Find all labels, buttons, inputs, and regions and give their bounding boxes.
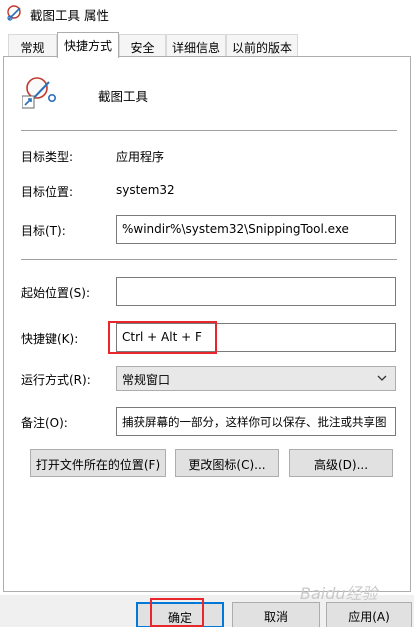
window-title: 截图工具 属性 <box>30 8 109 23</box>
run-select-value: 常规窗口 <box>122 373 171 387</box>
target-location-value: system32 <box>116 183 175 197</box>
watermark: Baidu经验 <box>300 584 378 603</box>
apply-button[interactable]: 应用(A) <box>326 602 412 627</box>
divider <box>21 130 397 131</box>
cancel-button[interactable]: 取消 <box>232 602 320 627</box>
change-icon-button[interactable]: 更改图标(C)... <box>175 449 279 477</box>
comment-input[interactable]: 捕获屏幕的一部分，这样你可以保存、批注或共享图 <box>116 407 396 436</box>
tab-shortcut[interactable]: 快捷方式 <box>57 32 119 58</box>
start-in-input[interactable] <box>116 277 396 306</box>
target-type-value: 应用程序 <box>116 150 165 164</box>
target-type-label: 目标类型: <box>21 150 74 164</box>
start-in-label: 起始位置(S): <box>21 286 91 300</box>
hotkey-highlight <box>108 321 217 354</box>
ok-highlight <box>150 598 204 627</box>
target-label: 目标(T): <box>21 224 66 238</box>
run-label: 运行方式(R): <box>21 373 91 387</box>
title-bar: 截图工具 属性 <box>0 0 414 26</box>
tab-previous-versions[interactable]: 以前的版本 <box>226 34 298 57</box>
scissors-shortcut-icon <box>22 77 56 109</box>
advanced-button[interactable]: 高级(D)... <box>289 449 393 477</box>
comment-label: 备注(O): <box>21 416 68 430</box>
tab-strip: 常规 快捷方式 安全 详细信息 以前的版本 <box>0 32 414 58</box>
tab-security[interactable]: 安全 <box>119 34 166 57</box>
tab-details[interactable]: 详细信息 <box>166 34 226 57</box>
run-select[interactable]: 常规窗口 <box>116 366 396 391</box>
divider <box>21 259 397 260</box>
hotkey-label: 快捷键(K): <box>21 332 79 346</box>
app-name: 截图工具 <box>98 89 149 104</box>
open-file-location-button[interactable]: 打开文件所在的位置(F) <box>30 449 166 477</box>
target-input[interactable]: %windir%\system32\SnippingTool.exe <box>116 215 396 244</box>
target-location-label: 目标位置: <box>21 185 74 199</box>
tab-general[interactable]: 常规 <box>8 34 57 57</box>
chevron-down-icon <box>377 375 387 381</box>
snipping-tool-icon <box>7 5 21 21</box>
